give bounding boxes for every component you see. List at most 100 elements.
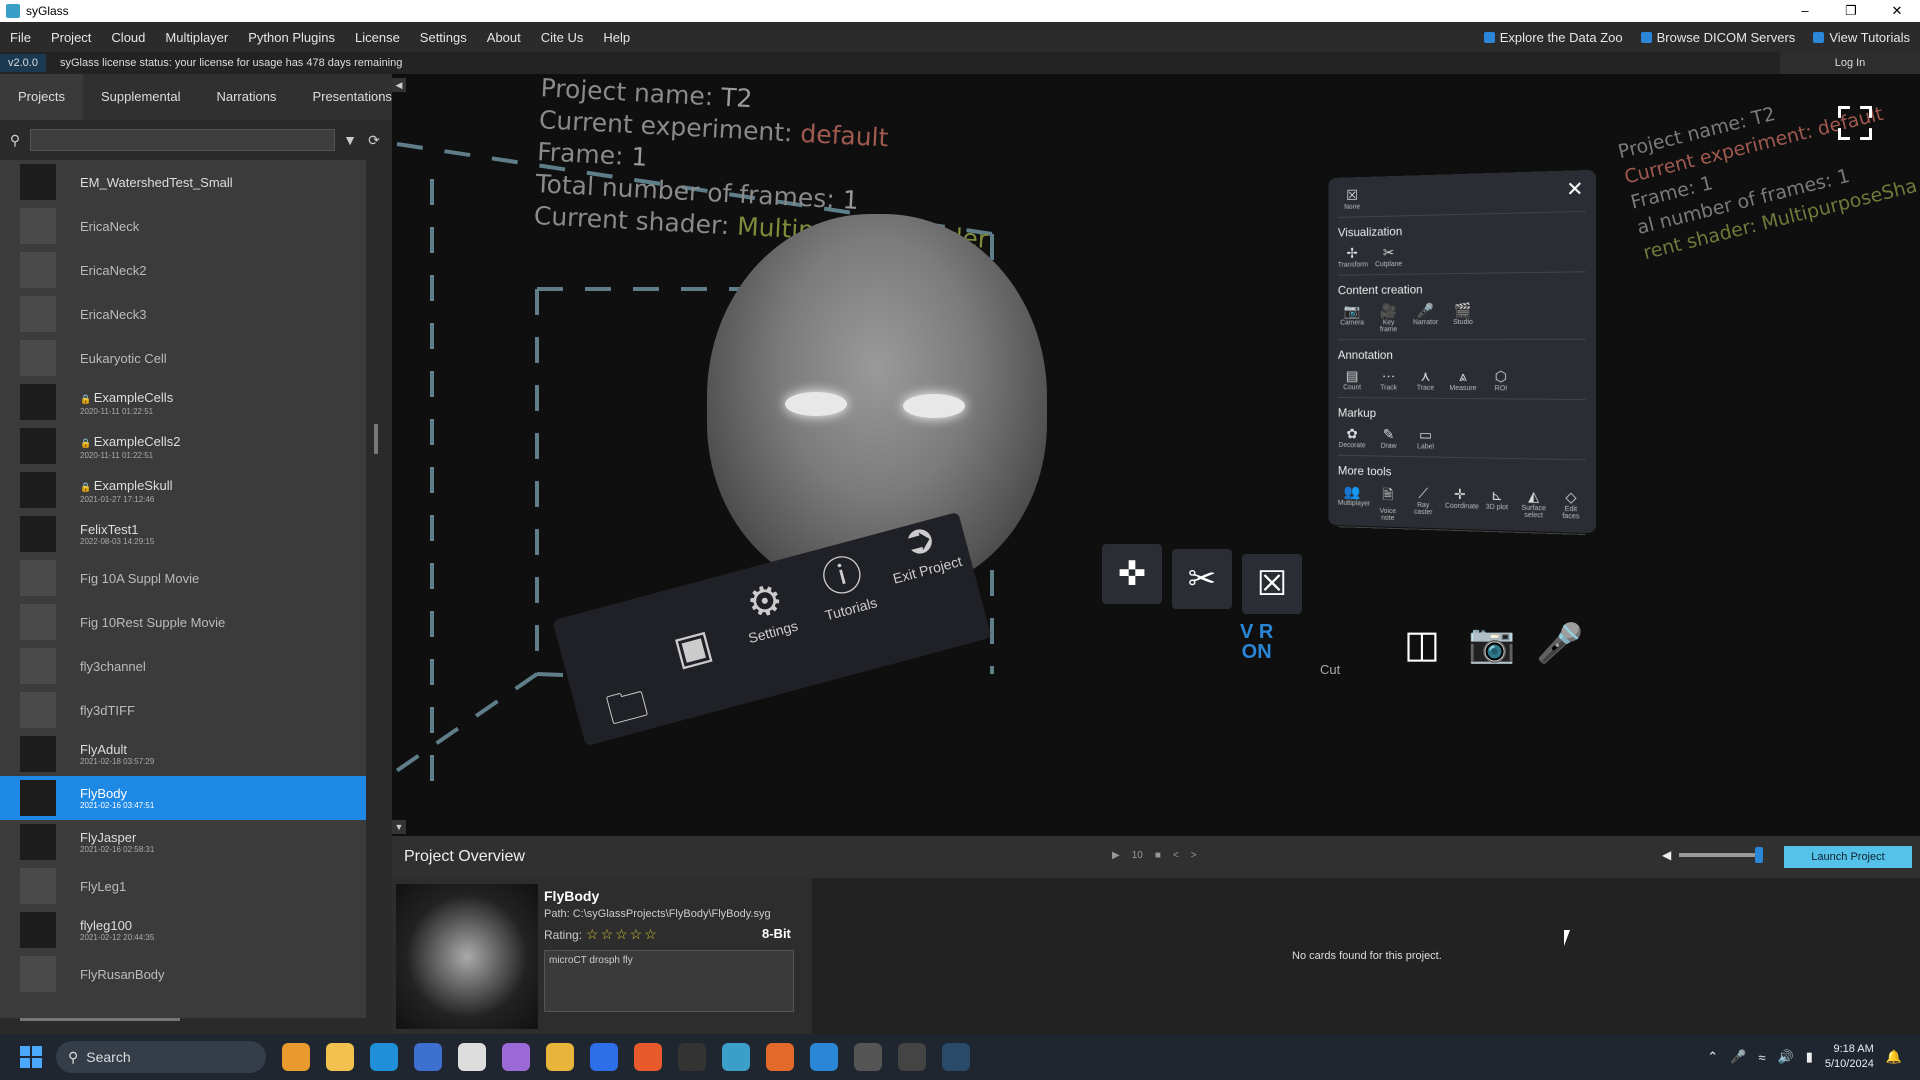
steam-icon[interactable] [942, 1043, 970, 1071]
project-list-item[interactable]: 🔒 ExampleSkull 2021-01-27 17:12:46 [0, 468, 366, 512]
project-list-item[interactable]: Fig 10Rest Supple Movie [0, 600, 366, 644]
project-list-item[interactable]: Fig 10A Suppl Movie [0, 556, 366, 600]
app-icon[interactable] [898, 1043, 926, 1071]
search-input[interactable] [30, 129, 335, 151]
project-list-item[interactable]: FlyRusanBody [0, 952, 366, 996]
project-list-item[interactable]: EricaNeck3 [0, 292, 366, 336]
rating-stars[interactable]: ☆☆☆☆☆ [586, 926, 659, 943]
project-list-item[interactable]: FlyAdult 2021-02-18 03:57:29 [0, 732, 366, 776]
tool-ray-caster[interactable]: ⟋ Ray caster [1409, 485, 1437, 524]
volume-slider-handle[interactable] [1755, 847, 1763, 863]
battery-icon[interactable]: ▮ [1806, 1049, 1813, 1065]
transform-tray-button[interactable]: ✜ [1102, 544, 1162, 604]
project-list-item[interactable]: FlyJasper 2021-02-16 02:58:31 [0, 820, 366, 864]
refresh-icon[interactable]: ⟳ [365, 131, 383, 149]
tutorials-button[interactable]: ⓘ Tutorials [808, 538, 879, 623]
tool-surface-select[interactable]: ◭ Surface select [1519, 487, 1548, 526]
tool-none[interactable]: ☒ None [1338, 187, 1367, 211]
close-button[interactable]: ✕ [1874, 3, 1920, 19]
project-list-item[interactable]: 🔒 ExampleCells2 2020-11-11 01:22:51 [0, 424, 366, 468]
notification-icon[interactable]: 🔔 [1886, 1049, 1902, 1065]
folder-button[interactable]: 🗀 [600, 674, 656, 750]
collapse-left-panel-button[interactable]: ◀ [392, 78, 406, 92]
file-explorer-icon[interactable] [326, 1043, 354, 1071]
windows-start-icon[interactable] [20, 1046, 42, 1068]
tool-count[interactable]: ▤ Count [1338, 368, 1367, 392]
collapse-bottom-panel-button[interactable]: ▼ [392, 820, 406, 834]
firefox-icon[interactable] [634, 1043, 662, 1071]
view-tutorials-link[interactable]: View Tutorials [1813, 30, 1910, 45]
list-scrollbar[interactable] [374, 424, 378, 454]
menu-multiplayer[interactable]: Multiplayer [155, 30, 238, 45]
none-tray-button[interactable]: ☒ [1242, 554, 1302, 614]
stop-icon[interactable]: ■ [1155, 850, 1161, 861]
project-list-item[interactable]: EM_WatershedTest_Small [0, 160, 366, 204]
play-icon[interactable]: ▶ [1112, 850, 1120, 861]
tool-voice-note[interactable]: 🗎 Voice note [1374, 484, 1401, 522]
project-list-item[interactable]: fly3dTIFF [0, 688, 366, 732]
tool-3d-plot[interactable]: ⊾ 3D plot [1483, 487, 1512, 526]
tool-cutplane[interactable]: ✂ Cutplane [1374, 244, 1403, 268]
edge-icon[interactable] [370, 1043, 398, 1071]
project-list-item[interactable]: FelixTest1 2022-08-03 14:29:15 [0, 512, 366, 556]
wifi-icon[interactable]: ≈ [1758, 1050, 1765, 1065]
tab-narrations[interactable]: Narrations [198, 74, 294, 120]
prev-icon[interactable]: < [1173, 850, 1179, 861]
microphone-icon[interactable]: 🎤 [1536, 622, 1580, 667]
list-horizontal-scrollbar[interactable] [20, 1018, 180, 1021]
app-icon[interactable] [282, 1043, 310, 1071]
tool-measure[interactable]: ⩓ Measure [1448, 368, 1478, 392]
minimize-button[interactable]: – [1782, 3, 1828, 19]
menu-python-plugins[interactable]: Python Plugins [238, 30, 345, 45]
tool-narrator[interactable]: 🎤 Narrator [1411, 302, 1440, 333]
filter-icon[interactable]: ▼ [341, 131, 359, 149]
tool-edit-faces[interactable]: ◇ Edit faces [1556, 488, 1585, 528]
tool-studio[interactable]: 🎬 Studio [1448, 302, 1478, 333]
chevron-up-icon[interactable]: ⌃ [1707, 1049, 1718, 1065]
project-list-item[interactable]: flyleg100 2021-02-12 20:44:35 [0, 908, 366, 952]
clock[interactable]: 9:18 AM 5/10/2024 [1825, 1042, 1874, 1072]
settings-button[interactable]: ⚙ Settings [735, 573, 800, 646]
tool-transform[interactable]: ✢ Transform [1338, 245, 1367, 269]
meta-icon[interactable] [854, 1043, 882, 1071]
speaker-icon[interactable]: ◀ [1662, 848, 1671, 862]
tool-label[interactable]: ▭ Label [1411, 426, 1440, 450]
add-panel-icon[interactable]: ◫ [1400, 622, 1444, 667]
tool-multiplayer[interactable]: 👥 Multiplayer [1338, 483, 1367, 521]
tool-key-frame[interactable]: 🎥 Key frame [1374, 302, 1403, 333]
menu-settings[interactable]: Settings [410, 30, 477, 45]
tool-camera[interactable]: 📷 Camera [1338, 303, 1367, 334]
syglass-taskbar-icon[interactable] [722, 1043, 750, 1071]
project-list-item[interactable]: EricaNeck [0, 204, 366, 248]
maximize-button[interactable]: ❐ [1828, 3, 1874, 19]
project-list-item[interactable]: FlyLeg1 [0, 864, 366, 908]
menu-license[interactable]: License [345, 30, 410, 45]
explore-data-zoo-link[interactable]: Explore the Data Zoo [1484, 30, 1623, 45]
tool-trace[interactable]: ⋏ Trace [1411, 368, 1440, 392]
login-button[interactable]: Log In [1780, 52, 1920, 74]
speaker-icon[interactable]: 🔊 [1778, 1049, 1794, 1065]
menu-project[interactable]: Project [41, 30, 101, 45]
cutplane-tray-button[interactable]: ✂ [1172, 549, 1232, 609]
browse-dicom-link[interactable]: Browse DICOM Servers [1641, 30, 1796, 45]
tool-draw[interactable]: ✎ Draw [1374, 426, 1403, 450]
store-icon[interactable] [414, 1043, 442, 1071]
app-icon[interactable] [766, 1043, 794, 1071]
menu-about[interactable]: About [477, 30, 531, 45]
project-list-item[interactable]: EricaNeck2 [0, 248, 366, 292]
project-list-item[interactable]: Eukaryotic Cell [0, 336, 366, 380]
menu-file[interactable]: File [0, 30, 41, 45]
tool-roi[interactable]: ⬡ ROI [1486, 368, 1516, 392]
project-list-item[interactable]: 🔒 ExampleCells 2020-11-11 01:22:51 [0, 380, 366, 424]
app-icon[interactable] [678, 1043, 706, 1071]
zoom-icon[interactable] [590, 1043, 618, 1071]
tool-track[interactable]: ⋯ Track [1374, 368, 1403, 392]
3d-viewport[interactable]: Project name: T2 Current experiment: def… [392, 74, 1920, 836]
taskbar-search[interactable]: ⚲ Search [56, 1041, 266, 1073]
app-icon[interactable] [546, 1043, 574, 1071]
app-icon[interactable] [458, 1043, 486, 1071]
app-icon[interactable] [810, 1043, 838, 1071]
tab-supplemental[interactable]: Supplemental [83, 74, 199, 120]
volume-slider[interactable] [1679, 853, 1761, 857]
project-description[interactable]: microCT drosph fly [544, 950, 794, 1012]
